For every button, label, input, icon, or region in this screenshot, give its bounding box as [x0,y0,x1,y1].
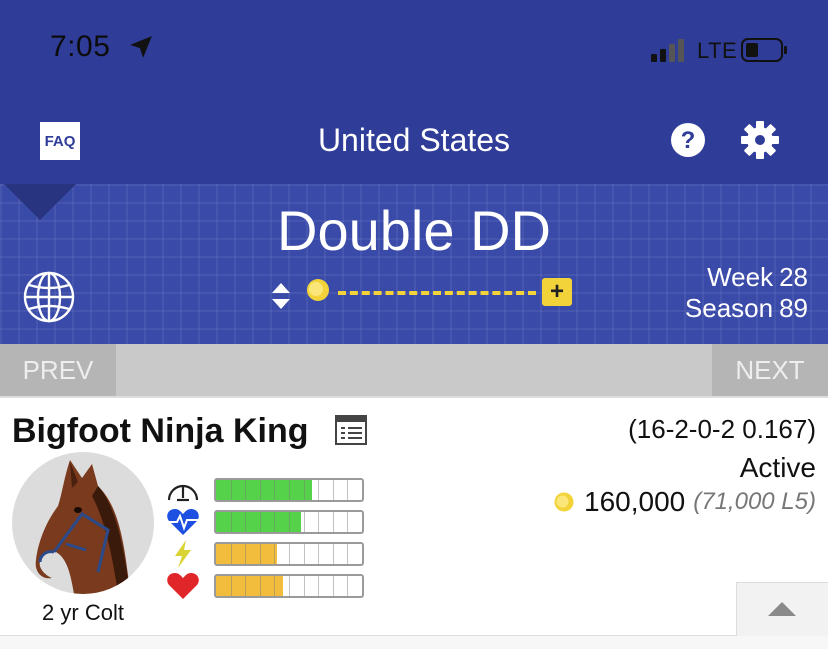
coin-icon [554,492,574,512]
prev-button[interactable]: PREV [0,344,116,396]
stat-bar-segment [347,544,349,564]
pager-bar: PREV NEXT [0,344,828,396]
stat-bar-segment [332,512,334,532]
stable-name: Double DD [277,199,551,262]
stat-bar-health [214,574,364,598]
stat-bar-segment [230,544,232,564]
globe-icon[interactable] [22,270,76,324]
horse-head-image [35,460,130,594]
stat-bar-segment [318,480,320,500]
location-arrow-icon [130,36,152,58]
signal-strength-icon [651,39,684,62]
stat-bar-segment [245,512,247,532]
svg-text:?: ? [681,127,696,154]
stat-bar-segment [318,512,320,532]
stat-bar-segment [318,544,320,564]
stat-bar-segment [289,544,290,564]
earnings-last5: (71,000 L5) [693,488,816,515]
stat-bar-fill [216,576,284,596]
stat-bar-energy [214,542,364,566]
battery-icon [741,38,787,62]
stat-bar-segment [289,480,290,500]
help-icon[interactable]: ? [670,122,706,158]
week-value: 28 [779,262,808,292]
coin-icon [307,279,329,301]
gear-icon[interactable] [740,120,780,160]
stat-bar-segment [245,480,247,500]
horse-status: Active [739,452,816,483]
heart-icon [167,573,199,599]
stat-bar-segment [230,512,232,532]
stat-bar-segment [245,576,247,596]
progress-dashes [338,291,536,295]
notes-icon[interactable] [334,414,368,446]
stat-bar-segment [347,576,349,596]
horse-card: Bigfoot Ninja King (16-2-0-2 0.167) Acti… [0,396,828,649]
season-label: Season [684,293,774,323]
stat-bar-segment [289,512,290,532]
stable-header: Double DD + Week 28 Season 89 [0,184,828,344]
stat-bar-segment [230,480,232,500]
horse-name[interactable]: Bigfoot Ninja King [12,412,309,451]
horse-age-sex: 2 yr Colt [42,600,124,625]
stat-bar-fill [216,544,278,564]
stat-bar-segment [259,512,261,532]
speedometer-icon [167,484,199,502]
season-value: 89 [779,293,808,323]
heartbeat-icon [167,509,199,535]
stat-bar-segment [230,576,232,596]
stat-bar-segment [303,512,305,532]
stat-bar-segment [303,544,305,564]
stat-bar-segment [289,576,290,596]
earnings-value: 160,000 [584,486,686,517]
stat-bar-segment [274,576,276,596]
week-season-info: Week 28 Season 89 [679,262,808,324]
add-coins-button[interactable]: + [542,278,572,306]
horse-earnings: 160,000 (71,000 L5) [554,486,816,518]
stat-bar-segment [245,544,247,564]
stat-bar-segment [259,544,261,564]
stat-bar-segment [274,480,276,500]
sort-icon[interactable] [270,282,292,310]
stat-bar-segment [318,576,320,596]
stat-bar-stamina [214,510,364,534]
next-button[interactable]: NEXT [712,344,828,396]
horse-avatar[interactable] [12,452,154,594]
status-time: 7:05 [50,30,111,63]
stat-bar-segment [332,480,334,500]
status-bar: 7:05 LTE [0,0,828,100]
chevron-up-icon [768,602,796,616]
stat-bar-segment [259,576,261,596]
network-type: LTE [697,38,738,63]
stat-bar-segment [303,576,305,596]
collapse-button[interactable] [736,582,828,636]
lightning-icon [175,540,191,568]
stat-bar-segment [347,480,349,500]
stat-bar-segment [347,512,349,532]
stat-bar-speed [214,478,364,502]
stat-bar-segment [259,480,261,500]
stat-bar-segment [274,544,276,564]
stat-bar-segment [332,544,334,564]
stat-bar-segment [332,576,334,596]
horse-card-body[interactable]: Bigfoot Ninja King (16-2-0-2 0.167) Acti… [0,398,828,636]
stat-bar-segment [274,512,276,532]
race-record: (16-2-0-2 0.167) [628,414,816,444]
stat-bar-fill [216,512,301,532]
stat-bar-segment [303,480,305,500]
top-nav-bar: FAQ United States ? [0,100,828,184]
week-label: Week [707,262,774,292]
